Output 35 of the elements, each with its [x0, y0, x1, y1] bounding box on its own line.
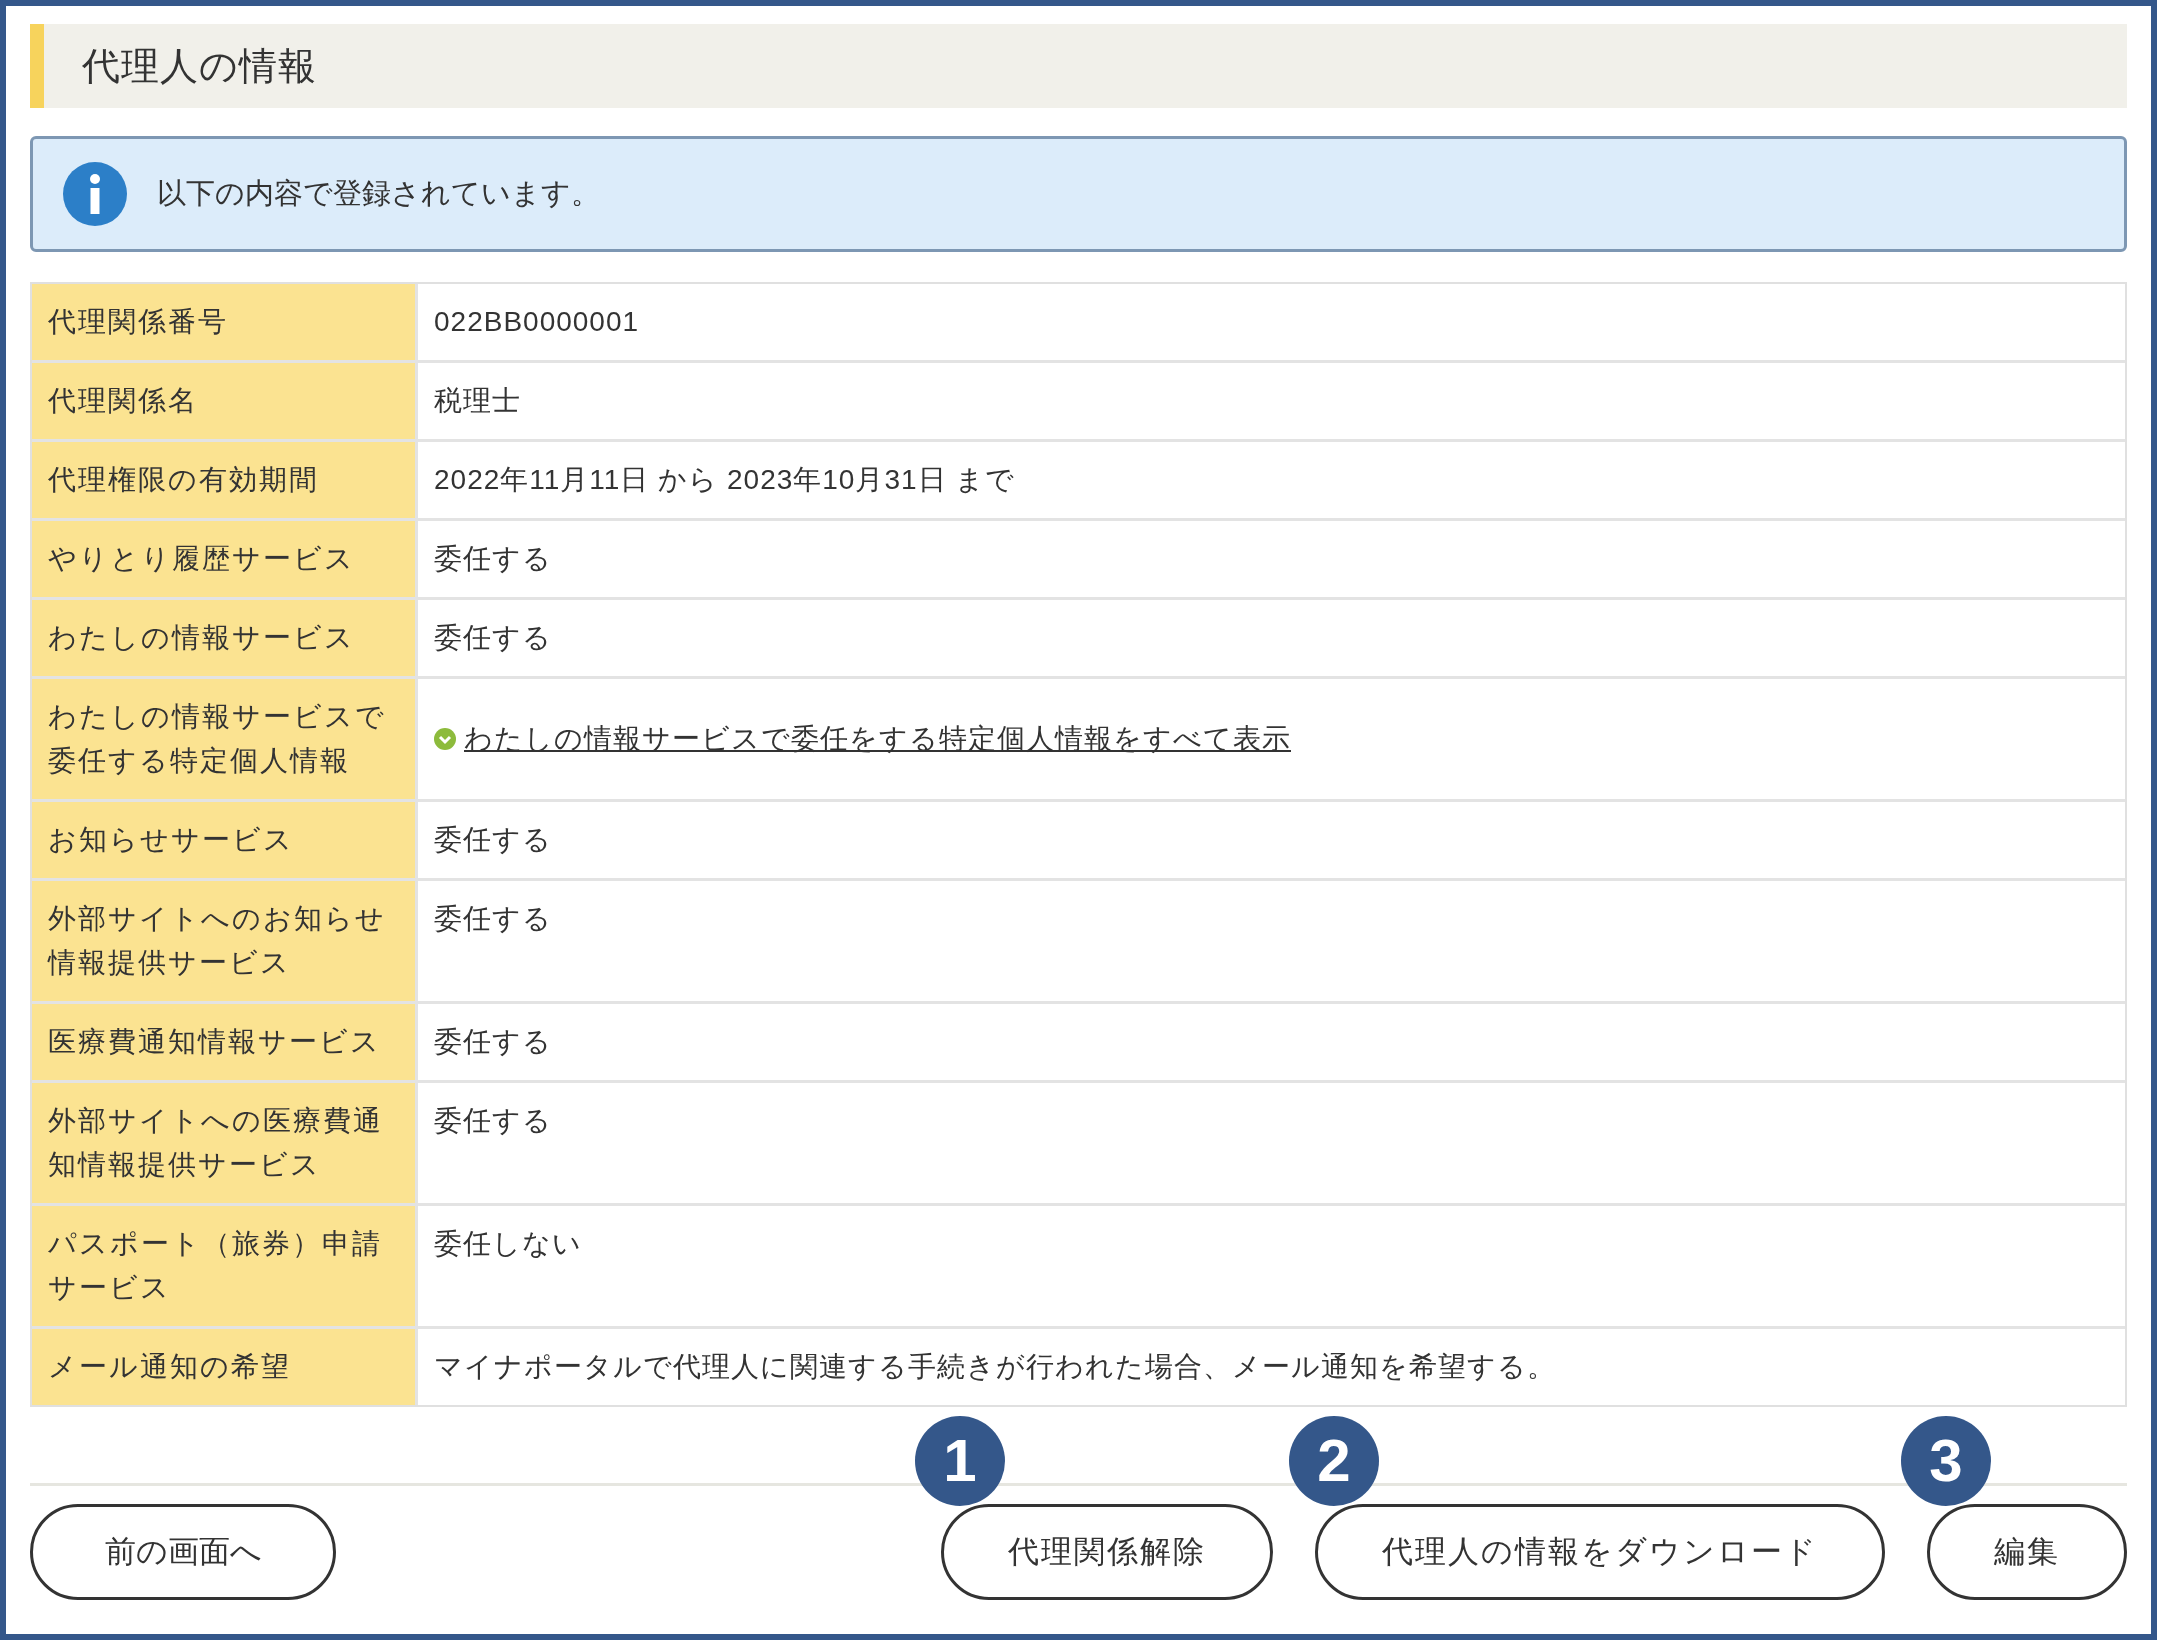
number-marker: 1: [915, 1416, 1005, 1506]
row-value: 委任する: [434, 903, 552, 934]
chevron-down-icon: [434, 728, 456, 750]
notice-text: 以下の内容で登録されています。: [157, 176, 600, 212]
info-icon: [63, 162, 127, 226]
number-marker: 2: [1289, 1416, 1379, 1506]
row-label: 代理権限の有効期間: [32, 442, 418, 518]
row-value: 022BB0000001: [434, 306, 640, 337]
row-value: 2022年11月11日 から 2023年10月31日 まで: [434, 464, 1016, 495]
row-label: 代理関係番号: [32, 284, 418, 360]
row-label: お知らせサービス: [32, 802, 418, 878]
action-button[interactable]: 代理人の情報をダウンロード: [1315, 1504, 1885, 1600]
row-label: やりとり履歴サービス: [32, 521, 418, 597]
section-heading: 代理人の情報: [30, 24, 2127, 108]
row-value: 委任する: [434, 543, 552, 574]
row-value: 委任する: [434, 1105, 552, 1136]
row-value: マイナポータルで代理人に関連する手続きが行われた場合、メール通知を希望する。: [434, 1351, 1556, 1382]
row-value: 税理士: [434, 385, 521, 416]
row-label: わたしの情報サービスで委任する特定個人情報: [32, 679, 418, 799]
row-label: 代理関係名: [32, 363, 418, 439]
row-value: 委任する: [434, 1026, 552, 1057]
row-label: わたしの情報サービス: [32, 600, 418, 676]
row-value: 委任する: [434, 622, 552, 653]
row-value: 委任する: [434, 824, 552, 855]
row-label: メール通知の希望: [32, 1329, 418, 1405]
action-button[interactable]: 代理関係解除: [941, 1504, 1273, 1600]
action-button[interactable]: 編集: [1927, 1504, 2127, 1600]
row-value: 委任しない: [434, 1228, 582, 1259]
number-marker: 3: [1901, 1416, 1991, 1506]
back-button[interactable]: 前の画面へ: [30, 1504, 336, 1600]
row-label: 外部サイトへのお知らせ情報提供サービス: [32, 881, 418, 1001]
row-label: 医療費通知情報サービス: [32, 1004, 418, 1080]
row-label: 外部サイトへの医療費通知情報提供サービス: [32, 1083, 418, 1203]
show-all-link[interactable]: わたしの情報サービスで委任をする特定個人情報をすべて表示: [464, 717, 1291, 761]
row-label: パスポート（旅券）申請サービス: [32, 1206, 418, 1326]
